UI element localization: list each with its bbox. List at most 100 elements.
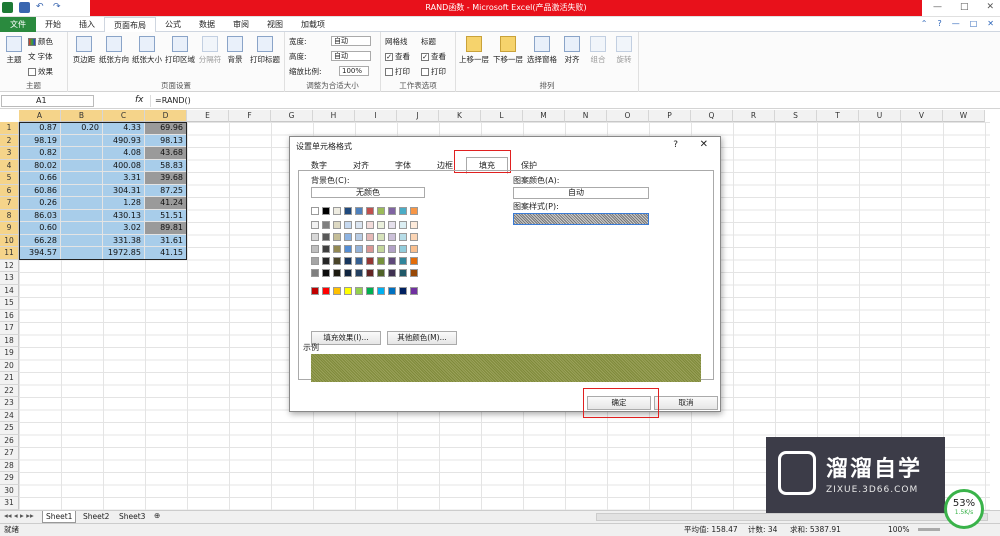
color-swatch[interactable]: [366, 221, 374, 229]
color-swatch[interactable]: [322, 221, 330, 229]
color-swatch[interactable]: [333, 269, 341, 277]
color-swatch[interactable]: [399, 245, 407, 253]
color-swatch[interactable]: [366, 257, 374, 265]
more-colors-button[interactable]: 其他颜色(M)...: [387, 331, 457, 345]
no-color-button[interactable]: 无颜色: [311, 187, 425, 198]
cell-d3[interactable]: 43.68: [145, 147, 187, 160]
color-swatch[interactable]: [355, 269, 363, 277]
color-swatch[interactable]: [410, 245, 418, 253]
pattern-style-select[interactable]: [513, 213, 649, 225]
column-header-j[interactable]: J: [397, 110, 439, 122]
cell-c1[interactable]: 4.33: [103, 122, 145, 135]
row-header-29[interactable]: 29: [0, 472, 19, 485]
cell-d8[interactable]: 51.51: [145, 209, 187, 222]
color-swatch[interactable]: [311, 269, 319, 277]
row-header-8[interactable]: 8: [0, 209, 19, 222]
row-header-7[interactable]: 7: [0, 197, 19, 210]
color-swatch[interactable]: [388, 257, 396, 265]
color-swatch[interactable]: [344, 233, 352, 241]
new-sheet-icon[interactable]: ⊕: [154, 511, 160, 520]
headings-print-checkbox[interactable]: 打印: [421, 66, 446, 77]
send-backward-button[interactable]: 下移一层: [492, 36, 524, 65]
print-area-button[interactable]: 打印区域: [164, 36, 196, 65]
cell-d1[interactable]: 69.96: [145, 122, 187, 135]
cell-c8[interactable]: 430.13: [103, 209, 145, 222]
background-button[interactable]: 背景: [224, 36, 246, 65]
color-swatch[interactable]: [355, 257, 363, 265]
row-header-16[interactable]: 16: [0, 309, 19, 322]
color-swatch[interactable]: [377, 257, 385, 265]
row-header-21[interactable]: 21: [0, 372, 19, 385]
cell-a5[interactable]: 0.66: [19, 172, 61, 185]
row-header-3[interactable]: 3: [0, 147, 19, 160]
row-header-24[interactable]: 24: [0, 409, 19, 422]
effects-button[interactable]: 效果: [28, 66, 53, 77]
row-header-5[interactable]: 5: [0, 172, 19, 185]
column-header-w[interactable]: W: [943, 110, 985, 122]
color-swatch[interactable]: [333, 245, 341, 253]
row-header-30[interactable]: 30: [0, 484, 19, 497]
column-header-l[interactable]: L: [481, 110, 523, 122]
color-swatch[interactable]: [410, 221, 418, 229]
cell-b9[interactable]: [61, 222, 103, 235]
color-swatch[interactable]: [322, 287, 330, 295]
tab-insert[interactable]: 插入: [70, 17, 104, 32]
rotate-button[interactable]: 旋转: [612, 36, 636, 65]
row-header-15[interactable]: 15: [0, 297, 19, 310]
ribbon-collapse-icon[interactable]: ⌃: [921, 19, 928, 28]
cell-a6[interactable]: 60.86: [19, 184, 61, 197]
width-select[interactable]: 自动: [331, 36, 371, 46]
row-header-6[interactable]: 6: [0, 184, 19, 197]
ribbon-close-icon[interactable]: ✕: [987, 19, 994, 28]
colors-button[interactable]: 颜色: [28, 36, 53, 47]
horizontal-scrollbar[interactable]: [596, 513, 988, 521]
row-header-10[interactable]: 10: [0, 234, 19, 247]
column-header-s[interactable]: S: [775, 110, 817, 122]
cell-b11[interactable]: [61, 247, 103, 260]
color-swatch[interactable]: [311, 287, 319, 295]
cell-c10[interactable]: 331.38: [103, 234, 145, 247]
color-swatch[interactable]: [355, 245, 363, 253]
ribbon-minimize-icon[interactable]: —: [952, 19, 960, 28]
headings-view-checkbox[interactable]: ✓ 查看: [421, 51, 446, 62]
print-titles-button[interactable]: 打印标题: [248, 36, 282, 65]
color-swatch[interactable]: [410, 233, 418, 241]
color-swatch[interactable]: [366, 245, 374, 253]
cell-b6[interactable]: [61, 184, 103, 197]
cell-c6[interactable]: 304.31: [103, 184, 145, 197]
gridlines-view-checkbox[interactable]: ✓ 查看: [385, 51, 410, 62]
column-header-i[interactable]: I: [355, 110, 397, 122]
color-swatch[interactable]: [388, 207, 396, 215]
row-header-1[interactable]: 1: [0, 122, 19, 135]
cell-b10[interactable]: [61, 234, 103, 247]
themes-button[interactable]: 主题: [3, 36, 25, 65]
color-swatch[interactable]: [399, 221, 407, 229]
color-swatch[interactable]: [344, 287, 352, 295]
cell-b4[interactable]: [61, 159, 103, 172]
color-swatch[interactable]: [333, 207, 341, 215]
color-swatch[interactable]: [333, 257, 341, 265]
save-icon[interactable]: [19, 2, 30, 13]
fonts-button[interactable]: 文字体: [28, 51, 53, 62]
color-swatch[interactable]: [333, 287, 341, 295]
gridlines-print-checkbox[interactable]: 打印: [385, 66, 410, 77]
tab-page-layout[interactable]: 页面布局: [104, 16, 156, 33]
tab-view[interactable]: 视图: [258, 17, 292, 32]
bring-forward-button[interactable]: 上移一层: [458, 36, 490, 65]
cell-d10[interactable]: 31.61: [145, 234, 187, 247]
cell-d11[interactable]: 41.15: [145, 247, 187, 260]
formula-input[interactable]: =RAND(): [150, 95, 995, 107]
row-header-27[interactable]: 27: [0, 447, 19, 460]
column-header-d[interactable]: D: [145, 110, 187, 122]
cell-c3[interactable]: 4.08: [103, 147, 145, 160]
cell-b5[interactable]: [61, 172, 103, 185]
color-swatch[interactable]: [322, 207, 330, 215]
row-header-25[interactable]: 25: [0, 422, 19, 435]
cell-d5[interactable]: 39.68: [145, 172, 187, 185]
column-header-t[interactable]: T: [817, 110, 859, 122]
close-window-icon[interactable]: ✕: [986, 2, 994, 12]
tab-home[interactable]: 开始: [36, 17, 70, 32]
cell-d6[interactable]: 87.25: [145, 184, 187, 197]
column-header-r[interactable]: R: [733, 110, 775, 122]
column-header-u[interactable]: U: [859, 110, 901, 122]
